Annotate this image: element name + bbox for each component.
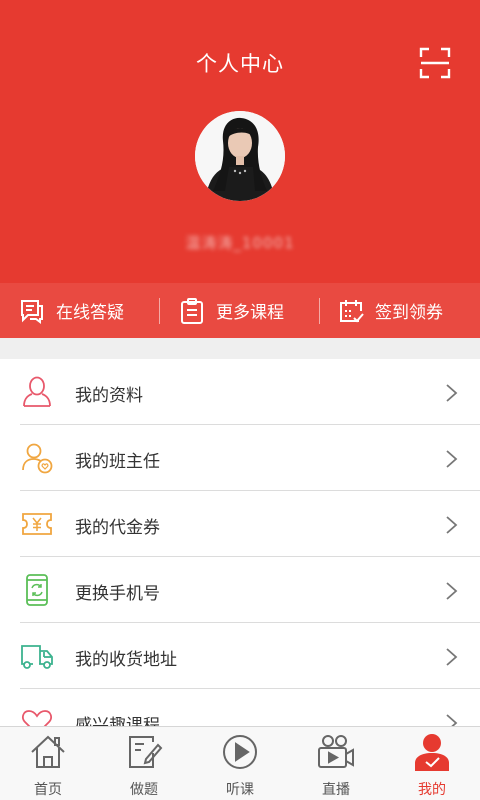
menu-label: 我的班主任 <box>75 452 160 472</box>
play-circle-icon <box>223 735 257 769</box>
chevron-right-icon <box>446 714 458 726</box>
menu-label: 更换手机号 <box>75 584 160 604</box>
action-label: 在线答疑 <box>56 303 124 323</box>
menu-list: 我的资料 我的班主任 我的代金券 更换手机号 我的收货地址 感兴趣课程 <box>0 359 480 726</box>
heart-icon <box>22 710 52 726</box>
voucher-yen-icon <box>22 513 52 535</box>
tab-label: 我的 <box>418 782 446 798</box>
home-icon <box>31 735 65 768</box>
action-online-qa[interactable]: 在线答疑 <box>18 283 124 338</box>
menu-item-my-class-teacher[interactable]: 我的班主任 <box>0 425 480 491</box>
username: 温涛涛_10001 <box>185 234 295 252</box>
tab-home[interactable]: 首页 <box>0 727 96 800</box>
avatar[interactable] <box>195 111 285 201</box>
tab-practice[interactable]: 做题 <box>96 727 192 800</box>
chevron-right-icon <box>446 516 458 534</box>
delivery-truck-icon <box>21 645 53 669</box>
tab-live[interactable]: 直播 <box>288 727 384 800</box>
user-icon <box>415 734 449 771</box>
divider <box>319 298 320 324</box>
tab-label: 首页 <box>34 782 62 798</box>
menu-item-my-profile[interactable]: 我的资料 <box>0 359 480 425</box>
divider <box>159 298 160 324</box>
tab-label: 听课 <box>226 782 254 798</box>
menu-item-shipping-address[interactable]: 我的收货地址 <box>0 623 480 689</box>
tab-mine[interactable]: 我的 <box>384 727 480 800</box>
chevron-right-icon <box>446 384 458 402</box>
avatar-photo <box>195 111 285 201</box>
calendar-check-icon <box>340 299 364 322</box>
scan-icon[interactable] <box>419 47 451 79</box>
user-heart-icon <box>22 443 53 474</box>
menu-label: 我的资料 <box>75 386 143 406</box>
chevron-right-icon <box>446 450 458 468</box>
clipboard-icon <box>181 297 203 324</box>
tab-lectures[interactable]: 听课 <box>192 727 288 800</box>
chevron-right-icon <box>446 582 458 600</box>
menu-label: 我的收货地址 <box>75 650 177 670</box>
action-checkin-coupon[interactable]: 签到领券 <box>337 283 443 338</box>
menu-item-interested-courses[interactable]: 感兴趣课程 <box>0 689 480 726</box>
chat-bubble-icon <box>21 299 43 324</box>
action-label: 更多课程 <box>216 303 284 323</box>
phone-refresh-icon <box>26 574 48 606</box>
chevron-right-icon <box>446 648 458 666</box>
tab-label: 直播 <box>322 782 350 798</box>
action-more-courses[interactable]: 更多课程 <box>178 283 284 338</box>
menu-item-change-phone[interactable]: 更换手机号 <box>0 557 480 623</box>
user-profile-icon <box>23 376 51 407</box>
profile-header: 个人中心 温涛涛_10001 <box>0 0 480 283</box>
menu-item-my-vouchers[interactable]: 我的代金券 <box>0 491 480 557</box>
menu-label: 感兴趣课程 <box>75 716 160 726</box>
menu-label: 我的代金券 <box>75 518 160 538</box>
page-title: 个人中心 <box>196 52 284 76</box>
action-label: 签到领券 <box>375 303 443 323</box>
tab-label: 做题 <box>130 782 158 798</box>
video-camera-icon <box>318 735 354 768</box>
bottom-tab-bar: 首页 做题 听课 直播 我的 <box>0 726 480 800</box>
edit-note-icon <box>129 736 163 768</box>
